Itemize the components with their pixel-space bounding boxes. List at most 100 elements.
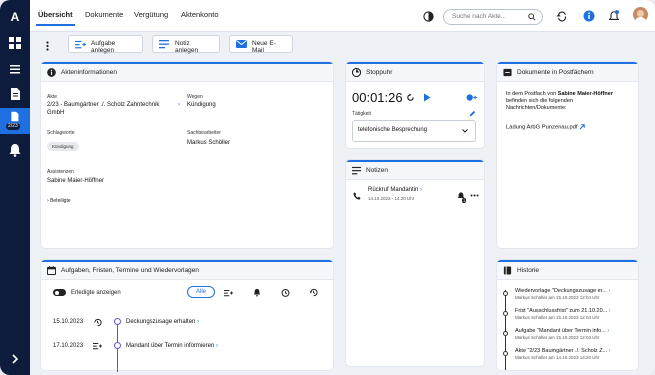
note-title-text: Rückruf Mandantin (368, 187, 419, 193)
akte-value: 2/23 - Baumgärtner ./. Scholz Zahntechni… (47, 102, 160, 116)
reminder-count: 1 (462, 198, 467, 203)
history-item[interactable]: Wiedervorlage "Deckungszusage er... › Ma… (515, 288, 635, 300)
history-item[interactable]: Akte "2/23 Baumgärtner ./. Scholz Z... ›… (515, 348, 635, 360)
stoppuhr-title: Stoppuhr (366, 69, 393, 76)
alarm-clock-icon[interactable] (281, 288, 290, 297)
search-icon (528, 13, 536, 21)
history-dot (503, 311, 508, 316)
play-icon[interactable] (423, 93, 431, 102)
task-text-1: Deckungszusage erhalten › (126, 319, 199, 325)
wegen-label: Wegen (187, 94, 203, 100)
history-dot (503, 351, 508, 356)
erledigte-toggle[interactable] (53, 289, 66, 296)
notizen-card: Notizen Rückruf Mandantin › 14.10.2023 -… (346, 160, 484, 366)
task-list-icon (75, 40, 86, 49)
more-vertical-icon[interactable] (46, 41, 49, 51)
reset-icon[interactable] (406, 93, 415, 102)
postfach-name: Sabine Maier-Höffner (557, 91, 613, 97)
task-text-2: Mandant über Termin informieren › (126, 343, 218, 349)
dashboard-icon[interactable] (8, 36, 22, 50)
note-date: 14.10.2023 - 14:20 Uhr (368, 196, 415, 201)
aufgaben-title: Aufgaben, Fristen, Termine und Wiedervor… (61, 267, 199, 274)
note-icon (352, 166, 361, 175)
akteninformationen-title: Akteninformationen (61, 69, 118, 76)
taetigkeit-select[interactable]: telefonische Besprechung (352, 120, 476, 142)
notification-bell-icon[interactable] (608, 10, 620, 22)
note-icon (159, 40, 169, 49)
tab-uebersicht[interactable]: Übersicht (36, 10, 75, 26)
akte-link-chevron-icon[interactable]: › (178, 102, 180, 108)
task-row-2[interactable]: 17.10.2023 Mandant über Termin informier… (41, 338, 333, 356)
aufgaben-card: Aufgaben, Fristen, Termine und Wiedervor… (41, 260, 333, 372)
task-filter-icon[interactable] (224, 289, 233, 297)
deadline-bell-icon[interactable] (253, 288, 261, 297)
chevron-right-icon[interactable] (8, 352, 22, 366)
left-navigation: A 2/23 (0, 0, 30, 375)
assistenzen-label: Assistenzen (47, 169, 74, 175)
chevron-right-icon: › (420, 187, 423, 193)
history-item-title: Wiedervorlage "Deckungszusage er... (515, 288, 607, 294)
aufgaben-header: Aufgaben, Fristen, Termine und Wiedervor… (41, 262, 333, 280)
inbox-icon (503, 68, 512, 77)
more-horizontal-icon[interactable] (470, 194, 479, 197)
top-bar: Übersicht Dokumente Vergütung Aktenkonto… (30, 0, 655, 32)
note-list-item[interactable]: Rückruf Mandantin › 14.10.2023 - 14:20 U… (346, 184, 484, 206)
stopwatch-icon (352, 68, 361, 77)
chevron-right-icon: › (215, 343, 218, 349)
beteiligte-expander[interactable]: › Beteiligte (47, 198, 71, 204)
app-window: A 2/23 Übersicht Dokumente Vergütung Akt… (0, 0, 655, 375)
postfach-card: Dokumente in Postfächern In dem Postfach… (497, 62, 638, 248)
nav-item-akte-active[interactable]: 2/23 (0, 108, 30, 134)
stoppuhr-card: Stoppuhr 00:01:26 Tätigkeit telefonische… (346, 62, 484, 148)
historie-card: Historie Wiedervorlage "Deckungszusage e… (497, 260, 638, 370)
menu-icon[interactable] (8, 62, 22, 76)
bell-icon[interactable] (8, 143, 22, 157)
history-item[interactable]: Frist "Ausschlussfrist" zum 21.10.20... … (515, 308, 635, 320)
theme-toggle-icon[interactable] (423, 11, 434, 22)
notizen-title: Notizen (366, 167, 389, 174)
task-title-2: Mandant über Termin informieren (126, 343, 215, 349)
tab-aktenkonto[interactable]: Aktenkonto (181, 10, 219, 19)
time-entry-add-icon[interactable] (466, 93, 477, 102)
tab-dokumente[interactable]: Dokumente (85, 10, 123, 19)
taetigkeit-label: Tätigkeit (352, 111, 371, 117)
schlagwort-chip[interactable]: Kündigung (47, 142, 79, 151)
avatar[interactable] (633, 7, 648, 22)
history-dot (503, 331, 508, 336)
email-icon (236, 40, 247, 48)
sync-icon[interactable] (556, 11, 568, 22)
calendar-icon (47, 266, 56, 275)
akteninformationen-header: Akteninformationen (41, 64, 333, 82)
add-note-button[interactable]: Notiz anlegen (152, 35, 220, 54)
wiedervorlage-icon (94, 318, 102, 327)
info-icon[interactable] (583, 10, 595, 22)
postfach-document-link[interactable]: Ladung ArbG Punzenau.pdf (506, 124, 585, 131)
erledigte-label: Erledigte anzeigen (71, 290, 121, 296)
search-input[interactable]: Suche nach Akte... (443, 9, 543, 25)
schlagworte-label: Schlagworte (47, 130, 75, 136)
tab-verguetung[interactable]: Vergütung (134, 10, 168, 19)
chevron-right-icon: › (197, 319, 200, 325)
assistenzen-value: Sabine Maier-Höffner (47, 178, 104, 184)
document-icon[interactable] (8, 87, 22, 101)
akteninformationen-card: Akteninformationen Akte 2/23 - Baumgärtn… (41, 62, 333, 248)
history-item-meta: Markus Schöller am 15.10.2023 12:04 Uhr (515, 295, 600, 300)
add-task-button[interactable]: Aufgabe anlegen (68, 35, 143, 54)
timeline-node (114, 318, 121, 325)
file-icon (11, 111, 19, 122)
history-icon[interactable] (309, 288, 318, 297)
history-item[interactable]: Aufgabe "Mandant über Termin info... › M… (515, 328, 635, 340)
info-circle-icon (47, 68, 56, 77)
task-row-1[interactable]: 15.10.2023 Deckungszusage erhalten › (41, 314, 333, 332)
history-item-title: Frist "Ausschlussfrist" zum 21.10.20... (515, 308, 608, 314)
postfach-text-1: In dem Postfach von (506, 91, 558, 97)
note-title: Rückruf Mandantin › (368, 187, 422, 193)
filter-all-button[interactable]: Alle (187, 286, 216, 298)
wegen-value: Kündigung (187, 102, 216, 108)
history-item-meta: Markus Schöller am 14.10.2023 14:20 Uhr (515, 355, 600, 360)
stoppuhr-header: Stoppuhr (346, 64, 484, 82)
new-email-button[interactable]: Neue E-Mail (229, 35, 293, 54)
history-dot (503, 291, 508, 296)
postfach-document-name: Ladung ArbG Punzenau.pdf (506, 124, 578, 131)
edit-icon[interactable] (469, 110, 476, 117)
